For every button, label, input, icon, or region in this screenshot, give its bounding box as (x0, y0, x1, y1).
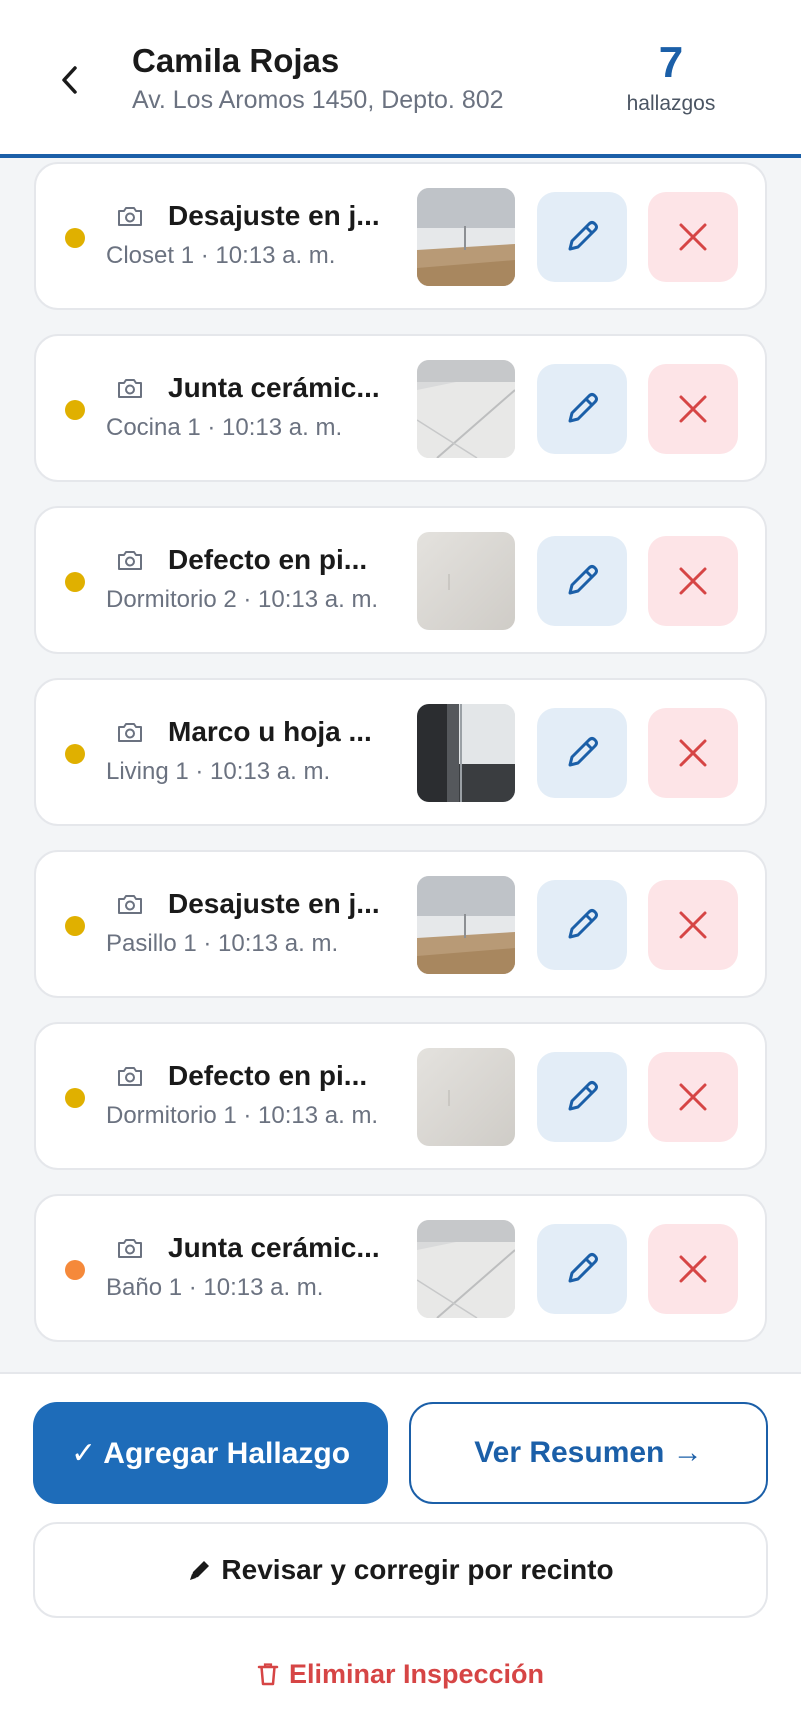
finding-card[interactable]: Desajuste en j... Closet 1 · 10:13 a. m. (34, 162, 767, 310)
back-button[interactable] (46, 56, 94, 104)
camera-icon (118, 207, 142, 226)
close-icon (679, 567, 707, 595)
client-address: Av. Los Aromos 1450, Depto. 802 (132, 86, 504, 114)
finding-card[interactable]: Marco u hoja ... Living 1 · 10:13 a. m. (34, 678, 767, 826)
close-icon (679, 395, 707, 423)
severity-dot (65, 744, 85, 764)
close-icon (679, 223, 707, 251)
add-finding-button[interactable]: ✓ Agregar Hallazgo (33, 1402, 388, 1504)
severity-dot (65, 228, 85, 248)
finding-subtitle: Closet 1 · 10:13 a. m. (106, 242, 336, 269)
finding-title: Junta cerámic... (168, 372, 380, 403)
finding-title: Defecto en pi... (168, 544, 368, 575)
camera-icon (118, 895, 142, 914)
finding-title: Junta cerámic... (168, 1232, 380, 1263)
edit-finding-button[interactable] (537, 880, 627, 970)
edit-finding-button[interactable] (537, 1224, 627, 1314)
camera-icon (118, 551, 142, 570)
finding-subtitle: Baño 1 · 10:13 a. m. (106, 1274, 324, 1301)
finding-photo[interactable] (417, 188, 515, 286)
camera-icon (118, 1067, 142, 1086)
edit-finding-button[interactable] (537, 536, 627, 626)
delete-inspection-label: Eliminar Inspección (288, 1658, 545, 1689)
finding-photo[interactable] (417, 532, 515, 630)
close-icon (679, 1255, 707, 1283)
findings-count: 7 (658, 38, 684, 87)
client-name: Camila Rojas (132, 42, 340, 79)
finding-card[interactable]: Defecto en pi... Dormitorio 1 · 10:13 a. … (34, 1022, 767, 1170)
finding-subtitle: Dormitorio 2 · 10:13 a. m. (106, 586, 379, 613)
delete-inspection-button[interactable]: Eliminar Inspección (200, 1644, 601, 1704)
severity-dot (65, 1088, 85, 1108)
pencil-icon (568, 1253, 598, 1283)
pencil-icon (568, 909, 598, 939)
finding-photo[interactable] (417, 1220, 515, 1318)
trash-icon (257, 1663, 279, 1686)
finding-card[interactable]: Desajuste en j... Pasillo 1 · 10:13 a. m. (34, 850, 767, 998)
severity-dot (65, 916, 85, 936)
delete-finding-button[interactable] (648, 880, 738, 970)
view-summary-button[interactable]: Ver Resumen → (409, 1402, 768, 1504)
finding-photo[interactable] (417, 1048, 515, 1146)
footer-actions: ✓ Agregar Hallazgo Ver Resumen → Revisar… (0, 1372, 801, 1734)
finding-title: Marco u hoja ... (168, 716, 372, 747)
camera-icon (118, 1239, 142, 1258)
edit-finding-button[interactable] (537, 192, 627, 282)
finding-title: Desajuste en j... (168, 888, 380, 919)
pencil-icon (568, 1081, 598, 1111)
edit-finding-button[interactable] (537, 364, 627, 454)
pencil-icon (190, 1561, 210, 1580)
pencil-icon (568, 565, 598, 595)
pencil-icon (568, 221, 598, 251)
review-by-room-button[interactable]: Revisar y corregir por recinto (33, 1522, 768, 1618)
finding-subtitle: Pasillo 1 · 10:13 a. m. (106, 930, 339, 957)
delete-finding-button[interactable] (648, 1052, 738, 1142)
finding-photo[interactable] (417, 704, 515, 802)
close-icon (679, 739, 707, 767)
delete-finding-button[interactable] (648, 708, 738, 798)
finding-subtitle: Living 1 · 10:13 a. m. (106, 758, 331, 785)
finding-card[interactable]: Junta cerámic... Baño 1 · 10:13 a. m. (34, 1194, 767, 1342)
chevron-left-icon (62, 66, 77, 94)
severity-dot (65, 1260, 85, 1280)
edit-finding-button[interactable] (537, 1052, 627, 1142)
delete-finding-button[interactable] (648, 536, 738, 626)
pencil-icon (568, 393, 598, 423)
finding-photo[interactable] (417, 360, 515, 458)
finding-subtitle: Dormitorio 1 · 10:13 a. m. (106, 1102, 379, 1129)
finding-card[interactable]: Defecto en pi... Dormitorio 2 · 10:13 a. … (34, 506, 767, 654)
camera-icon (118, 723, 142, 742)
pencil-icon (568, 737, 598, 767)
finding-card[interactable]: Junta cerámic... Cocina 1 · 10:13 a. m. (34, 334, 767, 482)
finding-photo[interactable] (417, 876, 515, 974)
close-icon (679, 911, 707, 939)
review-by-room-label: Revisar y corregir por recinto (221, 1554, 614, 1585)
delete-finding-button[interactable] (648, 192, 738, 282)
camera-icon (118, 379, 142, 398)
finding-subtitle: Cocina 1 · 10:13 a. m. (106, 414, 343, 441)
findings-count-label: hallazgos (626, 92, 716, 115)
finding-title: Desajuste en j... (168, 200, 380, 231)
finding-title: Defecto en pi... (168, 1060, 368, 1091)
severity-dot (65, 572, 85, 592)
delete-finding-button[interactable] (648, 1224, 738, 1314)
severity-dot (65, 400, 85, 420)
findings-list[interactable]: Desajuste en j... Closet 1 · 10:13 a. m. J… (0, 162, 801, 1372)
close-icon (679, 1083, 707, 1111)
header: Camila Rojas Av. Los Aromos 1450, Depto.… (0, 0, 801, 158)
edit-finding-button[interactable] (537, 708, 627, 798)
delete-finding-button[interactable] (648, 364, 738, 454)
